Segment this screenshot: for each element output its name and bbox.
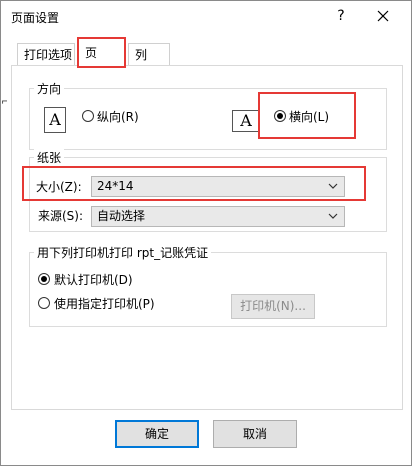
chevron-down-icon (328, 183, 338, 189)
default-printer-radio[interactable] (38, 273, 50, 285)
paper-group-label: 纸张 (34, 149, 65, 166)
title-bar: 页面设置 ? (1, 1, 411, 32)
tab-columns[interactable]: 列 (128, 43, 170, 65)
portrait-icon: A (44, 107, 66, 133)
landscape-radio[interactable] (274, 110, 286, 122)
page-setup-dialog: 页面设置 ? ⌐ 打印选项 页 列 方向 A 纵向(R) A 横向(L) 纸张 … (0, 0, 412, 466)
chevron-down-icon (328, 213, 338, 219)
printer-group (29, 252, 387, 327)
ok-button[interactable]: 确定 (115, 420, 199, 448)
source-label: 来源(S): (38, 209, 84, 223)
source-value: 自动选择 (97, 209, 146, 223)
specific-printer-radio[interactable] (38, 297, 50, 309)
cancel-button[interactable]: 取消 (213, 420, 297, 448)
tab-page[interactable]: 页 (77, 37, 126, 68)
size-label: 大小(Z): (36, 180, 82, 194)
orientation-group-label: 方向 (34, 80, 65, 97)
tab-print-options[interactable]: 打印选项 (17, 43, 75, 65)
landscape-label[interactable]: 横向(L) (289, 108, 329, 125)
tab-panel: 方向 A 纵向(R) A 横向(L) 纸张 大小(Z): 24*14 来源(S)… (11, 65, 403, 410)
printer-button[interactable]: 打印机(N)... (231, 294, 315, 319)
portrait-radio[interactable] (82, 110, 94, 122)
background-fragment: ⌐ (1, 95, 7, 108)
window-title: 页面设置 (11, 11, 60, 25)
help-button[interactable]: ? (331, 5, 351, 27)
portrait-label[interactable]: 纵向(R) (97, 108, 139, 125)
source-select[interactable]: 自动选择 (91, 206, 345, 227)
size-value: 24*14 (97, 179, 134, 193)
close-icon[interactable] (369, 4, 397, 28)
landscape-icon: A (232, 110, 260, 132)
size-select[interactable]: 24*14 (91, 176, 345, 197)
specific-printer-label[interactable]: 使用指定打印机(P) (54, 295, 155, 312)
printer-group-label: 用下列打印机打印 rpt_记账凭证 (34, 244, 212, 261)
default-printer-label[interactable]: 默认打印机(D) (54, 271, 133, 288)
